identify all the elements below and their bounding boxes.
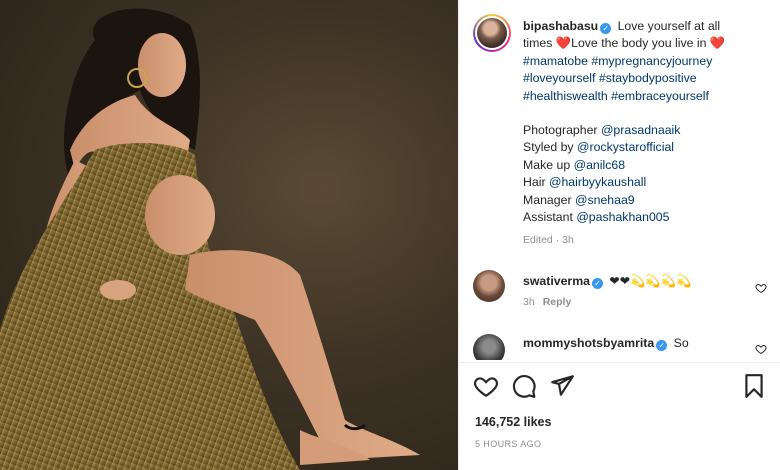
bookmark-icon[interactable] [741, 373, 767, 399]
credit-photographer: Photographer @prasadnaaik [523, 123, 681, 138]
comment-item: mommyshotsbyamrita ✓ So [459, 328, 780, 360]
comment-heart-icon[interactable] [755, 282, 767, 294]
verified-badge-icon: ✓ [600, 23, 612, 34]
comment-body: ❤❤💫💫💫💫 [609, 274, 692, 288]
author-username[interactable]: bipashabasu [523, 19, 598, 33]
credit-handle[interactable]: @hairbyykaushall [549, 175, 646, 189]
comment-heart-icon[interactable] [755, 343, 767, 355]
post-timestamp[interactable]: 5 HOURS AGO [475, 439, 541, 449]
caption-hashtags-2[interactable]: #loveyourself #staybodypositive [523, 70, 771, 87]
post-photo-illustration [0, 8, 420, 470]
credit-assistant: Assistant @pashakhan005 [523, 210, 670, 225]
verified-badge-icon: ✓ [656, 340, 668, 351]
credit-handle[interactable]: @rockystarofficial [577, 140, 674, 154]
credit-manager: Manager @snehaa9 [523, 192, 635, 207]
post-side-panel: bipashabasu ✓ Love yourself at all times … [458, 0, 780, 470]
credit-handle[interactable]: @pashakhan005 [576, 210, 669, 224]
comment-username[interactable]: mommyshotsbyamrita [523, 336, 654, 350]
author-avatar-image [477, 18, 507, 48]
credit-stylist: Styled by @rockystarofficial [523, 140, 675, 155]
caption-text-2: times ❤️Love the body you live in ❤️ [523, 36, 726, 51]
credit-handle[interactable]: @prasadnaaik [601, 123, 680, 137]
post-caption: bipashabasu ✓ Love yourself at all times … [523, 18, 771, 250]
reply-button[interactable]: Reply [543, 296, 572, 308]
caption-hashtags-3[interactable]: #healthiswealth #embraceyourself [523, 88, 771, 105]
comment-body: So [673, 336, 689, 350]
comment-username[interactable]: swativerma [523, 274, 590, 288]
comment-meta: 3h Reply [523, 296, 571, 308]
comment-text: swativerma ✓ ❤❤💫💫💫💫 [523, 274, 743, 289]
credit-hair: Hair @hairbyykaushall [523, 175, 647, 190]
comment-avatar[interactable] [473, 270, 505, 302]
comment-item: swativerma ✓ ❤❤💫💫💫💫 3h Reply [459, 264, 780, 326]
edited-timestamp: Edited · 3h [523, 234, 574, 247]
credit-handle[interactable]: @anilc68 [574, 158, 625, 172]
verified-badge-icon: ✓ [592, 278, 603, 289]
post-photo[interactable] [0, 0, 458, 470]
comments-list: swativerma ✓ ❤❤💫💫💫💫 3h Reply mommyshotsbya… [459, 258, 780, 360]
heart-icon[interactable] [473, 373, 499, 399]
share-icon[interactable] [549, 373, 575, 399]
action-bar: 146,752 likes 5 HOURS AGO [459, 362, 780, 470]
comment-time: 3h [523, 296, 535, 308]
caption-area: bipashabasu ✓ Love yourself at all times … [459, 0, 780, 258]
comment-avatar[interactable] [473, 334, 505, 360]
comment-text: mommyshotsbyamrita ✓ So [523, 336, 743, 351]
caption-hashtags-1[interactable]: #mamatobe #mypregnancyjourney [523, 53, 771, 70]
comment-icon[interactable] [511, 373, 537, 399]
credit-makeup: Make up @anilc68 [523, 157, 626, 172]
credit-handle[interactable]: @snehaa9 [575, 193, 635, 207]
author-avatar[interactable] [473, 14, 511, 52]
likes-count[interactable]: 146,752 likes [475, 415, 551, 429]
caption-text-1: Love yourself at all [617, 19, 721, 33]
